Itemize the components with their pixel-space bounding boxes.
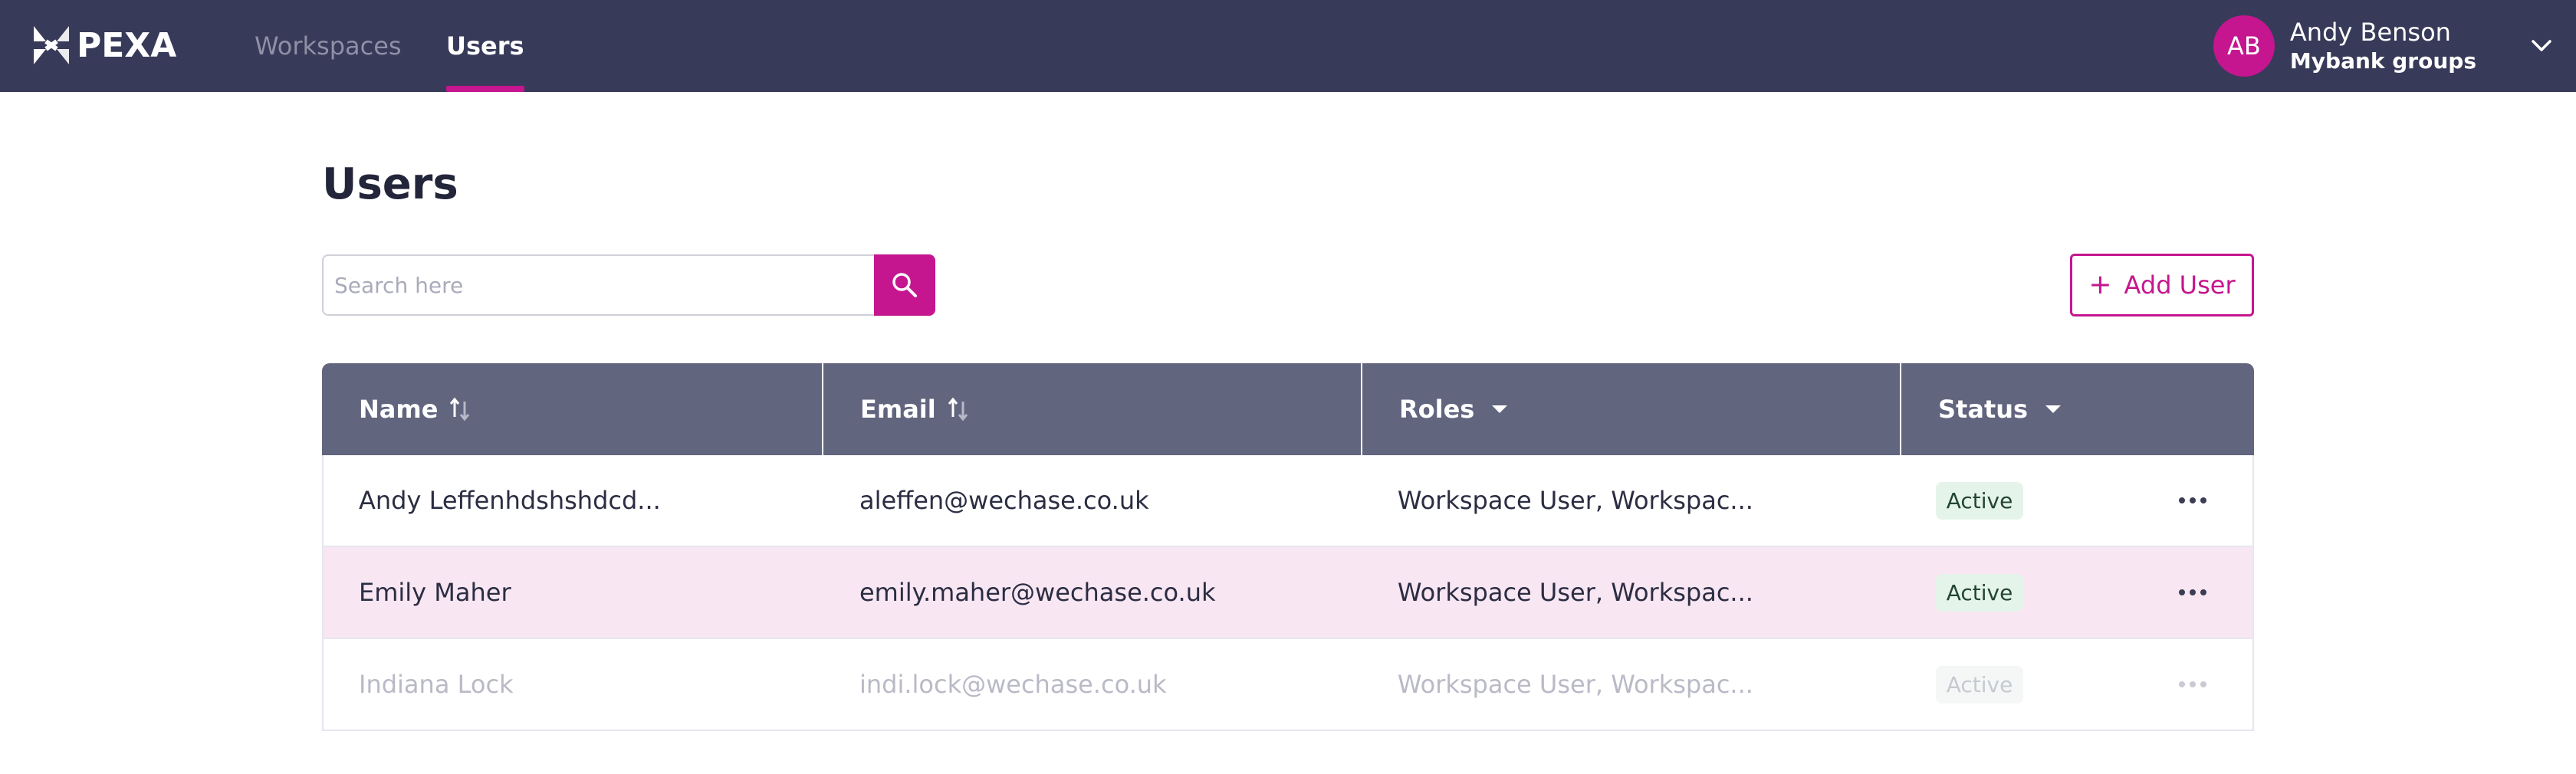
cell-roles: Workspace User, Workspac...	[1397, 486, 1753, 515]
table-row[interactable]: Emily Maher emily.maher@wechase.co.uk Wo…	[322, 547, 2254, 639]
cell-status: Active	[1901, 546, 2252, 638]
caret-down-icon[interactable]	[1491, 404, 1508, 415]
table-row[interactable]: Andy Leffenhdshshdcd... aleffen@wechase.…	[322, 455, 2254, 547]
cell-name: Indiana Lock	[359, 670, 514, 699]
column-header-email[interactable]: Email	[823, 363, 1362, 455]
sort-icon[interactable]	[449, 395, 472, 423]
pexa-logo-icon	[34, 26, 69, 64]
table-row[interactable]: Indiana Lock indi.lock@wechase.co.uk Wor…	[322, 639, 2254, 731]
cell-status: Active	[1901, 638, 2252, 730]
column-header-status[interactable]: Status	[1901, 363, 2254, 455]
avatar: AB	[2213, 15, 2275, 77]
page-title: Users	[322, 159, 458, 209]
cell-email: aleffen@wechase.co.uk	[859, 486, 1149, 515]
column-header-label: Status	[1938, 395, 2029, 424]
table-header: Name Email Roles Status	[322, 363, 2254, 455]
column-header-label: Name	[359, 395, 439, 424]
top-navigation-bar: PEXA Workspaces Users AB Andy Benson Myb…	[0, 0, 2576, 92]
cell-roles: Workspace User, Workspac...	[1397, 670, 1753, 699]
nav-tab-label: Users	[446, 31, 524, 61]
chevron-down-icon[interactable]	[2530, 34, 2553, 57]
status-badge: Active	[1935, 573, 2024, 612]
user-name: Andy Benson	[2289, 18, 2451, 47]
cell-name: Andy Leffenhdshshdcd...	[359, 486, 661, 515]
nav-tab-workspaces[interactable]: Workspaces	[255, 0, 402, 92]
search-bar	[322, 254, 935, 316]
column-header-name[interactable]: Name	[322, 363, 823, 455]
add-user-button[interactable]: + Add User	[2070, 254, 2254, 316]
cell-email: emily.maher@wechase.co.uk	[859, 578, 1216, 607]
plus-icon: +	[2088, 269, 2112, 300]
nav-tab-label: Workspaces	[255, 31, 402, 61]
nav-tab-users[interactable]: Users	[446, 0, 524, 92]
more-options-icon[interactable]	[2171, 490, 2214, 511]
more-options-icon[interactable]	[2171, 582, 2214, 603]
cell-name: Emily Maher	[359, 578, 511, 607]
status-badge: Active	[1935, 481, 2024, 520]
user-organization: Mybank groups	[2289, 48, 2476, 74]
add-user-label: Add User	[2124, 271, 2236, 300]
column-header-label: Roles	[1399, 395, 1475, 424]
search-button[interactable]	[874, 254, 935, 316]
user-menu[interactable]: AB Andy Benson Mybank groups	[2213, 0, 2553, 92]
column-header-label: Email	[860, 395, 936, 424]
logo-text: PEXA	[77, 25, 177, 65]
cell-email: indi.lock@wechase.co.uk	[859, 670, 1167, 699]
search-icon	[892, 273, 917, 297]
sort-icon[interactable]	[947, 395, 970, 423]
caret-down-icon[interactable]	[2045, 404, 2062, 415]
status-badge: Active	[1935, 665, 2024, 703]
cell-roles: Workspace User, Workspac...	[1397, 578, 1753, 607]
column-header-roles[interactable]: Roles	[1362, 363, 1901, 455]
more-options-icon[interactable]	[2171, 674, 2214, 695]
user-info: Andy Benson Mybank groups	[2290, 17, 2476, 75]
users-table: Name Email Roles Status Andy Leffenhdshs…	[322, 363, 2254, 731]
search-input[interactable]	[322, 254, 874, 316]
cell-status: Active	[1901, 454, 2252, 546]
pexa-logo[interactable]: PEXA	[29, 21, 176, 69]
